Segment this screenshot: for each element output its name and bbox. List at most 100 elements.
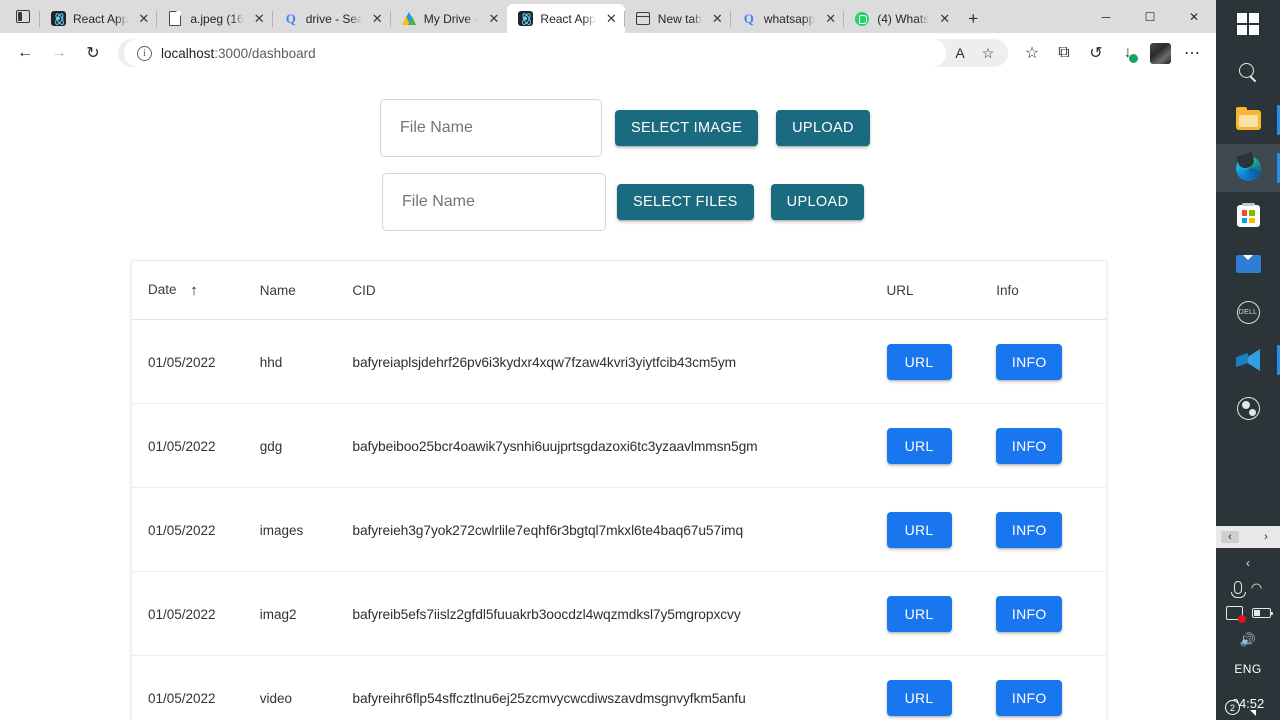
microsoft-edge-icon[interactable] <box>1216 144 1280 192</box>
reload-icon[interactable]: ↻ <box>76 36 110 70</box>
site-info-icon[interactable]: i <box>137 45 152 61</box>
upload-image-button[interactable]: UPLOAD <box>776 110 870 146</box>
tab-separator <box>389 11 391 27</box>
tray-prev-icon[interactable]: ‹ <box>1221 531 1239 543</box>
address-bar[interactable]: i localhost:3000/dashboard A ☆ <box>118 39 1008 67</box>
obs-studio-icon[interactable] <box>1216 384 1280 432</box>
tab-search-icon <box>16 10 30 23</box>
close-icon[interactable]: ✕ <box>936 10 953 27</box>
dell-icon[interactable]: DELL <box>1216 288 1280 336</box>
close-icon[interactable]: ✕ <box>135 10 152 27</box>
url-button[interactable]: URL <box>886 512 952 548</box>
tab-title: My Drive - <box>423 11 479 26</box>
visual-studio-code-icon[interactable] <box>1216 336 1280 384</box>
wifi-icon[interactable]: ◠ <box>1251 581 1262 594</box>
search-icon[interactable] <box>1216 48 1280 96</box>
close-icon[interactable]: ✕ <box>603 10 620 27</box>
react-icon <box>50 11 66 27</box>
table-row: 01/05/2022 imag2 bafyreib5efs7iislz2gfdl… <box>132 571 1106 656</box>
read-aloud-icon[interactable]: A <box>946 40 974 66</box>
select-image-button[interactable]: SELECT IMAGE <box>615 110 759 146</box>
url-button[interactable]: URL <box>886 596 952 632</box>
browser-tab-strip: React App ✕ a.jpeg (16 ✕ Q drive - Sea ✕… <box>0 0 1216 33</box>
table-row: 01/05/2022 images bafyreieh3g7yok272cwlr… <box>132 487 1106 572</box>
column-header-date[interactable]: Date ↑ <box>132 261 260 320</box>
close-icon[interactable]: ✕ <box>251 10 268 27</box>
downloads-icon[interactable]: ↓ <box>1112 37 1144 69</box>
close-icon[interactable]: ✕ <box>485 10 502 27</box>
cell-url-action: URL <box>886 656 997 720</box>
info-button[interactable]: INFO <box>996 596 1063 632</box>
image-file-name-input[interactable] <box>380 99 602 157</box>
column-header-cid[interactable]: CID <box>352 261 887 320</box>
tray-row-2 <box>1216 600 1280 626</box>
column-header-name[interactable]: Name <box>259 261 353 320</box>
forward-icon[interactable]: → <box>42 36 76 70</box>
url-path: :3000/dashboard <box>214 45 316 61</box>
tray-next-icon[interactable]: › <box>1257 531 1275 543</box>
file-icon <box>167 11 183 27</box>
tab-title: React App <box>540 11 596 26</box>
select-files-button[interactable]: SELECT FILES <box>617 184 754 220</box>
windows-start-icon[interactable] <box>1216 0 1280 48</box>
language-indicator[interactable]: ENG <box>1234 652 1261 682</box>
close-icon[interactable]: ✕ <box>822 10 839 27</box>
close-icon[interactable]: ✕ <box>709 10 726 27</box>
profile-avatar[interactable] <box>1144 37 1176 69</box>
info-button[interactable]: INFO <box>996 680 1063 716</box>
url-button[interactable]: URL <box>886 344 952 380</box>
browser-tab-7[interactable]: Q whatsapp ✕ <box>729 4 844 33</box>
microsoft-store-icon[interactable] <box>1216 192 1280 240</box>
new-tab-button[interactable]: + <box>958 4 988 33</box>
minimize-button[interactable]: ─ <box>1084 0 1128 33</box>
column-header-url: URL <box>886 261 997 320</box>
volume-icon[interactable]: 🔊 <box>1240 633 1256 646</box>
back-icon[interactable]: ← <box>8 36 42 70</box>
browser-tab-3[interactable]: Q drive - Sea ✕ <box>271 4 391 33</box>
settings-and-more-icon[interactable]: ⋯ <box>1176 37 1208 69</box>
tray-row-1: ◠ <box>1216 574 1280 600</box>
favorites-icon[interactable]: ☆ <box>1016 37 1048 69</box>
url-button[interactable]: URL <box>886 428 952 464</box>
browser-tab-8[interactable]: (4) Whats ✕ <box>843 4 958 33</box>
add-favorite-icon[interactable]: ☆ <box>974 40 1002 66</box>
show-hidden-icons-icon[interactable]: ‹ <box>1216 552 1280 574</box>
upload-files-button[interactable]: UPLOAD <box>770 184 865 220</box>
files-file-name-input[interactable] <box>382 173 606 231</box>
cell-url-action: URL <box>886 571 997 656</box>
mail-icon[interactable] <box>1216 240 1280 288</box>
file-explorer-icon[interactable] <box>1216 96 1280 144</box>
google-icon: Q <box>285 11 296 26</box>
microphone-icon[interactable] <box>1231 580 1247 598</box>
close-window-button[interactable]: ✕ <box>1172 0 1216 33</box>
info-button[interactable]: INFO <box>996 428 1063 464</box>
url-button[interactable]: URL <box>886 680 952 716</box>
browser-tab-5-active[interactable]: React App ✕ <box>507 4 625 33</box>
cell-cid: bafyreiaplsjdehrf26pv6i3kydxr4xqw7fzaw4k… <box>352 319 887 404</box>
close-icon[interactable]: ✕ <box>369 10 386 27</box>
history-icon[interactable]: ↺ <box>1080 37 1112 69</box>
cell-url-action: URL <box>886 319 997 404</box>
battery-icon[interactable] <box>1251 608 1273 618</box>
camera-off-icon[interactable] <box>1225 606 1246 623</box>
table-row: 01/05/2022 video bafyreihr6flp54sffcztln… <box>132 656 1106 720</box>
browser-tab-6[interactable]: New tab ✕ <box>623 4 731 33</box>
maximize-button[interactable]: ☐ <box>1128 0 1172 33</box>
tab-separator <box>623 11 625 27</box>
tab-separator <box>39 11 40 27</box>
cell-date: 01/05/2022 <box>148 690 216 706</box>
cell-cid: bafyreihr6flp54sffcztlnu6ej25zcmvycwcdiw… <box>352 690 746 706</box>
tab-actions-button[interactable] <box>6 0 40 33</box>
tray-scroll-controls[interactable]: ‹ › <box>1216 526 1280 548</box>
browser-tab-2[interactable]: a.jpeg (16 ✕ <box>156 4 272 33</box>
browser-tab-4[interactable]: My Drive - ✕ <box>389 4 508 33</box>
info-button[interactable]: INFO <box>996 344 1063 380</box>
cell-cid: bafyreieh3g7yok272cwlrlile7eqhf6r3bgtql7… <box>352 487 887 572</box>
cell-date: 01/05/2022 <box>132 319 260 404</box>
cell-info-action: INFO <box>996 319 1106 404</box>
browser-tab-1[interactable]: React App ✕ <box>39 4 157 33</box>
sort-ascending-icon[interactable]: ↑ <box>190 282 198 299</box>
info-button[interactable]: INFO <box>996 512 1063 548</box>
collections-icon[interactable]: ⧉ <box>1048 37 1080 69</box>
drive-icon <box>401 11 417 27</box>
